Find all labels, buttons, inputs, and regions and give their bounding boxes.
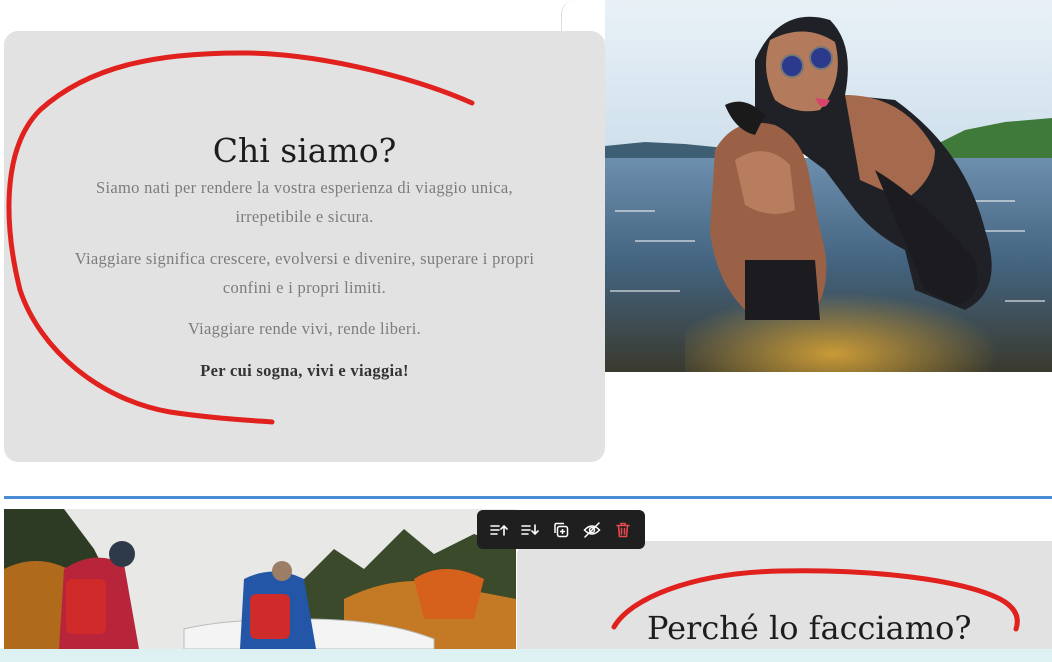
move-down-icon[interactable] bbox=[517, 517, 543, 543]
move-up-icon[interactable] bbox=[486, 517, 512, 543]
about-section: Chi siamo? Siamo nati per rendere la vos… bbox=[0, 0, 1052, 495]
about-paragraph-1: Siamo nati per rendere la vostra esperie… bbox=[96, 178, 513, 226]
block-toolbar bbox=[477, 510, 645, 549]
why-section: Perché lo facciamo? bbox=[0, 499, 1052, 662]
about-title: Chi siamo? bbox=[212, 131, 397, 170]
delete-icon[interactable] bbox=[610, 517, 636, 543]
duplicate-icon[interactable] bbox=[548, 517, 574, 543]
why-card: Perché lo facciamo? bbox=[517, 541, 1052, 661]
about-card: Chi siamo? Siamo nati per rendere la vos… bbox=[4, 31, 605, 462]
about-paragraph-3: Viaggiare rende vivi, rende liberi. bbox=[187, 319, 422, 338]
kayak-photo bbox=[4, 509, 516, 649]
bottom-strip bbox=[0, 649, 1052, 662]
about-paragraph-2: Viaggiare significa crescere, evolversi … bbox=[74, 249, 535, 297]
swimmers-photo bbox=[605, 0, 1052, 372]
why-title: Perché lo facciamo? bbox=[647, 609, 972, 647]
about-tagline: Per cui sogna, vivi e viaggia! bbox=[200, 361, 409, 380]
hide-icon[interactable] bbox=[579, 517, 605, 543]
